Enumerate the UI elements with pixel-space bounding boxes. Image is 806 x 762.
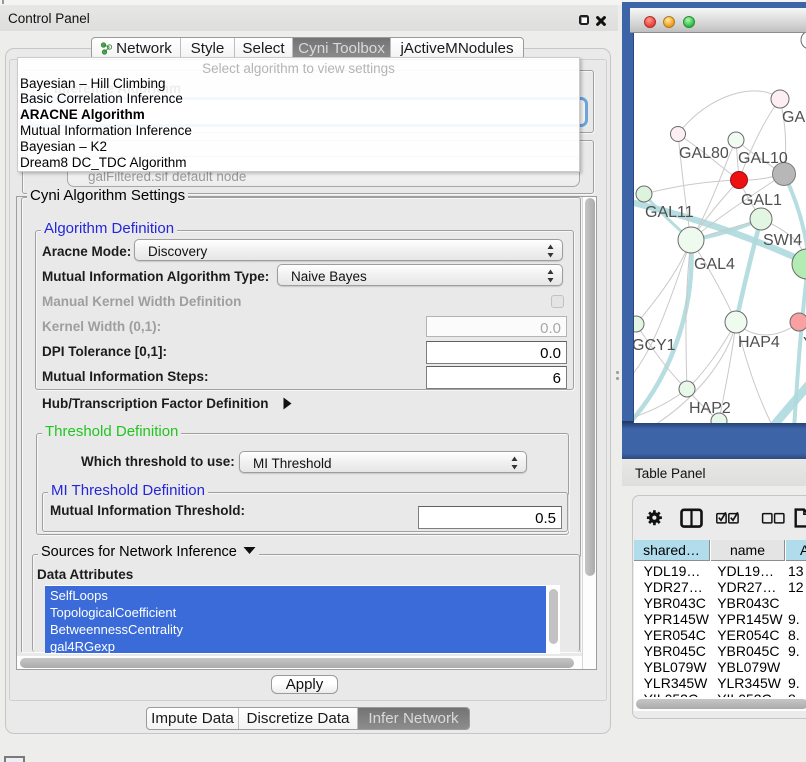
svg-text:GAL: GAL	[782, 109, 806, 126]
svg-text:SWI4: SWI4	[763, 232, 802, 249]
svg-text:GCY1: GCY1	[634, 337, 676, 354]
svg-text:GAL80: GAL80	[679, 145, 729, 162]
svg-text:GAL1: GAL1	[741, 192, 782, 209]
svg-text:GAL11: GAL11	[645, 204, 694, 221]
svg-text:HAP2: HAP2	[689, 400, 731, 417]
svg-text:GAL4: GAL4	[694, 256, 735, 273]
svg-text:GAL10: GAL10	[738, 150, 788, 167]
svg-text:HAP4: HAP4	[738, 334, 780, 351]
